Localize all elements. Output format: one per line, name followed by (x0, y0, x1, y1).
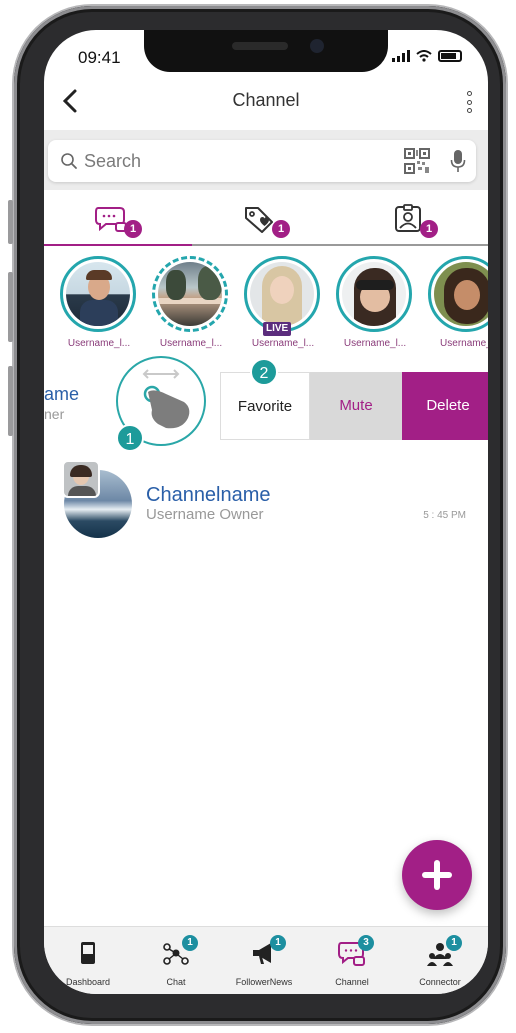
channel-owner: Username Owner (146, 506, 264, 523)
header: Channel (44, 82, 488, 122)
tab-favorites[interactable]: 1 (192, 196, 340, 246)
channel-name-fragment: ame (44, 384, 80, 404)
nav-label: Channel (335, 977, 369, 987)
tab-badge: 1 (124, 220, 142, 238)
app-screen: 09:41 Channel Search 1 1 1 Username_l...… (44, 30, 488, 994)
volume-down-button (8, 366, 13, 436)
stories-row: Username_l... Username_l... LIVE Usernam… (44, 256, 488, 356)
tab-underline (44, 244, 192, 246)
tab-channels[interactable]: 1 (44, 196, 192, 246)
tab-badge: 1 (420, 220, 438, 238)
avatar (250, 262, 314, 326)
story-username: Username_l... (251, 338, 315, 349)
status-time: 09:41 (78, 48, 121, 67)
camera (310, 39, 324, 53)
story-ring (428, 256, 488, 332)
story-item[interactable]: Username_l (420, 256, 488, 356)
nav-connector[interactable]: 1 Connector (396, 927, 484, 994)
step-marker-2: 2 (250, 358, 278, 386)
nav-channel[interactable]: 3 Channel (308, 927, 396, 994)
nav-label: FollowerNews (235, 977, 293, 987)
story-ring (152, 256, 228, 332)
tab-underline (192, 244, 340, 246)
speaker (232, 42, 288, 50)
bottom-nav: Dashboard 1 Chat 1 FollowerNews 3 Channe… (44, 926, 488, 994)
story-item[interactable]: Username_l... (52, 256, 140, 356)
nav-badge: 1 (270, 935, 286, 951)
story-username: Username_l... (343, 338, 407, 349)
search-icon (61, 153, 77, 169)
tab-contacts[interactable]: 1 (340, 196, 488, 246)
notch (144, 30, 388, 72)
wifi-icon (416, 50, 432, 62)
search-band (44, 130, 488, 190)
nav-badge: 1 (446, 935, 462, 951)
nav-chat[interactable]: 1 Chat (132, 927, 220, 994)
story-item[interactable]: LIVE Username_l... (236, 256, 324, 356)
story-ring (60, 256, 136, 332)
tab-bar: 1 1 1 (44, 196, 488, 246)
channel-time: 5 : 45 PM (423, 510, 466, 521)
nav-badge: 3 (358, 935, 374, 951)
volume-up-button (8, 272, 13, 342)
story-username: Username_l... (159, 338, 223, 349)
page-title: Channel (232, 90, 300, 110)
avatar (158, 262, 222, 326)
nav-label: Dashboard (65, 977, 111, 987)
story-username: Username_l... (67, 338, 131, 349)
search-box (48, 140, 476, 182)
nav-follower-news[interactable]: 1 FollowerNews (220, 927, 308, 994)
avatar (342, 262, 406, 326)
tab-badge: 1 (272, 220, 290, 238)
step-marker-1: 1 (116, 424, 144, 452)
dashboard-icon (81, 942, 95, 964)
channel-row[interactable]: Channelname Username Owner 5 : 45 PM (44, 458, 488, 538)
more-options-button[interactable] (462, 88, 476, 116)
dot-icon (466, 91, 472, 96)
story-item[interactable]: Username_l... (144, 256, 232, 356)
channel-name: Channelname (146, 484, 271, 506)
nav-label: Connector (419, 977, 461, 987)
story-username: Username_l (440, 338, 488, 349)
nav-label: Chat (166, 977, 186, 987)
dot-icon (466, 108, 472, 113)
signal-icon (392, 50, 410, 62)
mute-switch (8, 200, 13, 244)
story-item[interactable]: Username_l... (328, 256, 416, 356)
avatar (434, 262, 488, 326)
avatar (66, 262, 130, 326)
story-ring (336, 256, 412, 332)
delete-button[interactable]: Delete (402, 372, 488, 440)
dot-icon (466, 99, 472, 105)
add-channel-button[interactable] (402, 840, 472, 910)
status-icons (392, 50, 462, 62)
story-ring (244, 256, 320, 332)
owner-avatar (62, 460, 100, 498)
search-input[interactable] (84, 148, 384, 174)
qr-code-icon[interactable] (404, 148, 430, 174)
nav-dashboard[interactable]: Dashboard (44, 927, 132, 994)
microphone-icon[interactable] (450, 149, 466, 173)
channel-owner-fragment: ner (44, 406, 65, 422)
battery-icon (438, 50, 462, 62)
nav-badge: 1 (182, 935, 198, 951)
mute-button[interactable]: Mute (310, 372, 402, 440)
live-badge: LIVE (263, 322, 292, 336)
tab-underline (340, 244, 488, 246)
